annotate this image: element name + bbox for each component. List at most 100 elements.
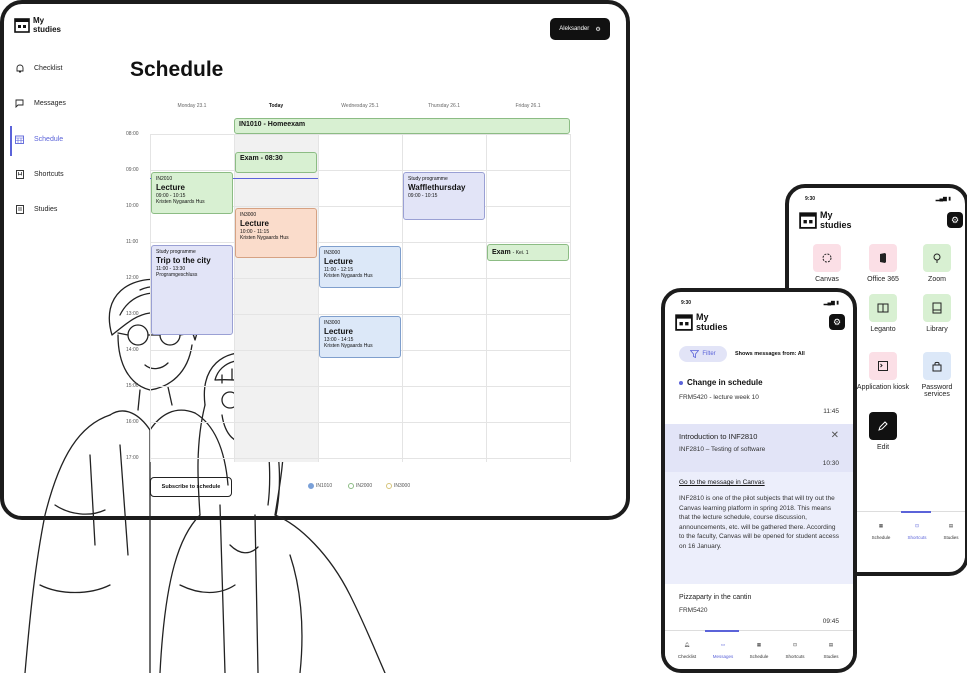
tab-messages[interactable]: ▭ Messages [705,639,741,659]
grid-col [486,134,487,462]
grid-col [234,134,235,462]
tab-label: Studies [823,654,839,659]
event-wafflethursday[interactable]: Study programme Wafflethursday 09:00 - 1… [403,172,485,220]
app-kiosk[interactable]: Application kiosk [855,352,911,391]
event-code: Study programme [408,176,448,182]
event-exam[interactable]: Exam - 08:30 [235,152,317,173]
sidebar-item-schedule[interactable]: Schedule [15,135,63,144]
event-trip-to-city[interactable]: Study programme Trip to the city 11:00 -… [151,245,233,335]
legend-item[interactable]: IN1010 [308,483,332,489]
tab-checklist[interactable]: 🔔︎ Checklist [669,639,705,659]
message-item[interactable]: Change in schedule FRM5420 - lecture wee… [665,378,853,420]
tab-label: Shortcuts [785,654,805,659]
event-title: Lecture [324,256,353,266]
calendar-icon [15,135,24,144]
subscribe-button[interactable]: Subscribe to schedule [150,477,232,497]
grid-row [150,170,570,171]
event-lecture-today[interactable]: IN3000 Lecture 10:00 - 11:15 Kristen Nyg… [235,208,317,258]
calendar-icon: ▦ [878,523,884,528]
event-code: IN3000 [324,320,341,326]
tab-shortcuts[interactable]: ⊡ Shortcuts [899,520,935,540]
sidebar-item-shortcuts[interactable]: Shortcuts [15,170,64,179]
message-sub: INF2810 – Testing of software [679,446,766,453]
message-time: 10:30 [822,460,839,467]
event-title: Exam [492,249,511,256]
brand-logo[interactable]: My studies [799,210,852,230]
legend-item[interactable]: IN2000 [348,483,372,489]
settings-button[interactable]: ⚙ [829,314,845,330]
close-icon[interactable]: ✕ [831,430,839,441]
brand-logo[interactable]: My studies [14,16,61,34]
grid-row [150,422,570,423]
event-place: Programgeschluss [156,272,198,278]
app-zoom[interactable]: Zoom [909,244,965,283]
bookmark-icon: ⊡ [915,523,919,528]
calendar-icon: ▦ [756,642,762,647]
app-label: Canvas [815,276,839,283]
day-header-today: Today [268,103,284,109]
event-place: Kristen Nygaards Hus [156,199,205,205]
message-item-expanded[interactable]: Introduction to INF2810 ✕ INF2810 – Test… [665,430,853,467]
sidebar-item-messages[interactable]: Messages [15,99,66,108]
brand-line1: My [33,16,45,25]
legend-item[interactable]: IN3000 [386,483,410,489]
filter-label: Filter [702,351,716,357]
book-icon: ▤ [828,642,834,647]
tab-schedule[interactable]: ▦ Schedule [741,639,777,659]
app-password-services[interactable]: Password services [909,352,965,398]
time-label: 15:00 [126,383,139,389]
tab-label: Studies [943,535,959,540]
event-homeexam[interactable]: IN1010 - Homeexam [234,118,570,134]
sidebar-item-studies[interactable]: Studies [15,205,57,214]
message-time: 09:45 [822,618,839,625]
book-icon [15,205,24,214]
event-time: 09:00 - 10:15 [408,192,438,199]
settings-button[interactable]: ⚙ [947,212,963,228]
message-icon: ▭ [720,642,726,647]
user-name: Aleksander [559,26,590,32]
event-code: IN2010 [156,176,173,182]
legend-label: IN3000 [394,483,411,489]
sidebar-active-indicator [10,126,12,156]
brand-logo[interactable]: My studies [675,312,728,332]
tab-studies[interactable]: ▤ Studies [933,520,965,540]
grid-col [570,134,571,462]
user-menu-button[interactable]: Aleksander ⚙ [550,18,610,40]
app-leganto[interactable]: Leganto [855,294,911,333]
event-title: Wafflethursday [408,182,466,192]
shows-from-value[interactable]: All [798,351,805,357]
status-time: 9:30 [681,300,692,306]
app-canvas[interactable]: Canvas [799,244,855,283]
tab-studies[interactable]: ▤ Studies [813,639,849,659]
tab-label: Schedule [749,654,769,659]
event-lecture-monday[interactable]: IN2010 Lecture 09:00 - 10:15 Kristen Nyg… [151,172,233,214]
event-lecture-wednesday-2[interactable]: IN3000 Lecture 13:00 - 14:15 Kristen Nyg… [319,316,401,358]
app-label: Password services [921,384,953,398]
grid-row [150,458,570,459]
brand-line1: My [696,312,709,322]
event-title: IN1010 - Homeexam [239,121,306,128]
app-edit[interactable]: Edit [855,412,911,451]
tab-label: Checklist [677,654,697,659]
event-exam-friday[interactable]: Exam - Kei. 1 [487,244,569,261]
app-office365[interactable]: Office 365 [855,244,911,283]
phone-messages: 9:30 ▂▄▆ ▮ My studies ⚙ Filter Shows mes… [661,288,857,673]
sidebar-item-checklist[interactable]: Checklist [15,64,62,73]
app-label: Zoom [928,276,946,283]
event-lecture-wednesday-1[interactable]: IN3000 Lecture 11:00 - 12:15 Kristen Nyg… [319,246,401,288]
brand-line2: studies [696,322,728,332]
shows-from-label: Shows messages from: [735,351,797,357]
calendar-logo-icon [799,212,817,229]
pencil-icon [869,412,897,440]
tab-label: Schedule [871,535,891,540]
canvas-link[interactable]: Go to the message in Canvas [679,479,839,486]
tab-schedule[interactable]: ▦ Schedule [863,520,899,540]
tab-shortcuts[interactable]: ⊡ Shortcuts [777,639,813,659]
filter-button[interactable]: Filter [679,346,727,362]
signal-icon: ▂▄▆ ▮ [935,196,951,202]
message-body-text: INF2810 is one of the pilot subjects tha… [679,495,839,550]
event-place: Kristen Nygaards Hus [324,273,373,279]
app-library[interactable]: Library [909,294,965,333]
message-sub: FRM5420 [679,607,708,614]
message-item[interactable]: Pizzaparty in the cantin FRM5420 09:45 [665,594,853,634]
